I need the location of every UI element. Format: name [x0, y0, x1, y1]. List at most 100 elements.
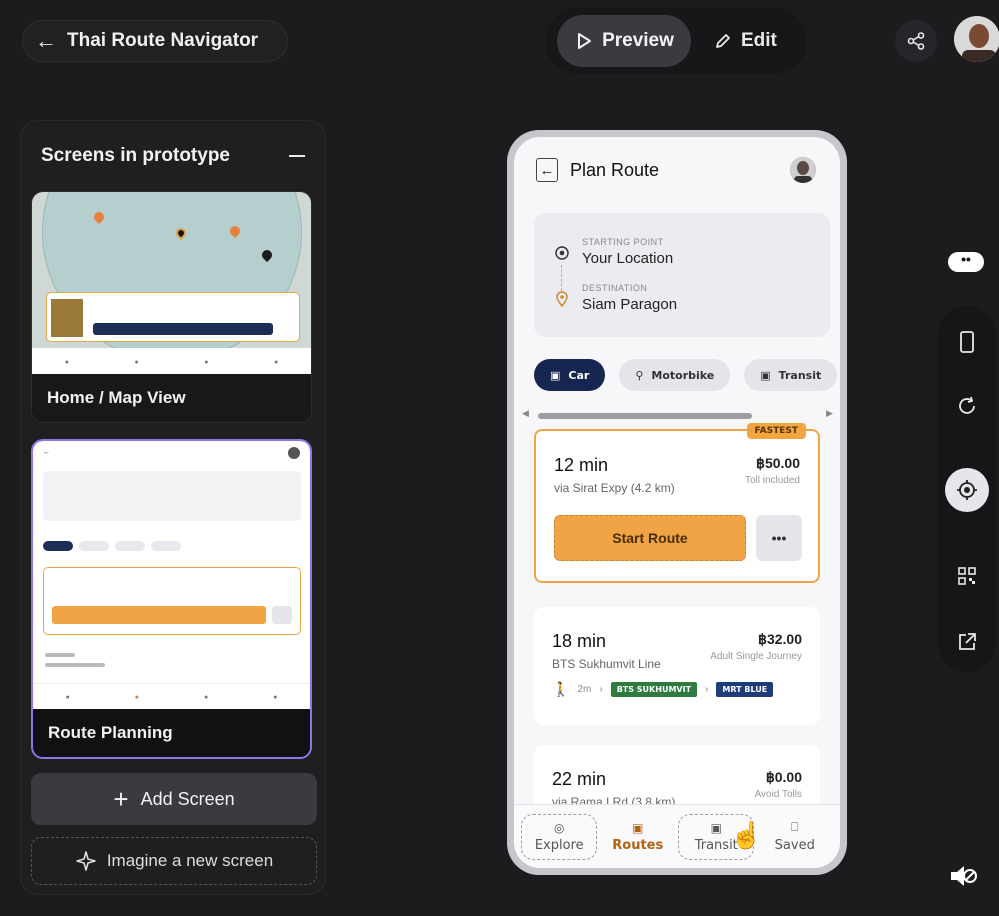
share-icon [907, 32, 925, 50]
phone-frame-icon [960, 331, 974, 353]
screen-card-home[interactable]: ● ● ● ● Home / Map View [31, 191, 312, 423]
screen-card-label: Home / Map View [32, 374, 311, 422]
bookmark-icon: ⎕ [791, 820, 799, 834]
screens-panel: Screens in prototype ● ● ● ● Home / Map … [20, 120, 326, 895]
collapse-icon[interactable] [289, 155, 305, 157]
location-card: STARTING POINT Your Location DESTINATION… [534, 213, 830, 337]
nav-dot-icon: ● [274, 358, 279, 366]
refresh-button[interactable] [945, 384, 989, 428]
nav-routes[interactable]: ▣ Routes [600, 814, 676, 860]
destination-row[interactable]: DESTINATION Siam Paragon [554, 283, 677, 313]
screen-card-route-planning[interactable]: ← ● ● ● ● Route Planning [31, 439, 312, 759]
mode-motorbike-label: Motorbike [651, 368, 715, 382]
place-image [51, 299, 83, 337]
thumbnail-bottom-nav: ● ● ● ● [33, 683, 310, 711]
route-card-fastest[interactable]: FASTEST 12 min via Sirat Expy (4.2 km) ฿… [534, 423, 820, 583]
phone-frame-button[interactable] [945, 320, 989, 364]
open-external-icon [959, 633, 976, 650]
scroll-left-icon[interactable]: ◀ [522, 408, 529, 419]
speaker-mute-icon [951, 866, 977, 886]
imagine-label: Imagine a new screen [106, 851, 274, 870]
route-price: ฿0.00 [765, 769, 802, 785]
target-button[interactable] [945, 468, 989, 512]
hand-cursor-icon: ☝ [730, 820, 763, 850]
step-separator-icon: › [705, 684, 709, 695]
thumbnail-location-card [43, 471, 301, 521]
nav-dot-icon: ● [65, 694, 70, 701]
mode-car-label: Car [568, 368, 590, 382]
prototype-title-pill[interactable]: ← Thai Route Navigator [22, 20, 288, 62]
starting-point-row[interactable]: STARTING POINT Your Location [554, 237, 673, 267]
route-card-transit[interactable]: 18 min BTS Sukhumvit Line ฿32.00 Adult S… [534, 607, 820, 725]
start-route-button[interactable]: Start Route [554, 515, 746, 561]
more-options-button[interactable]: ••• [756, 515, 802, 561]
transit-steps: 🚶 2m › BTS SUKHUMVIT › MRT BLUE [552, 681, 774, 698]
refresh-icon [959, 396, 975, 414]
nav-dot-icon: ● [204, 358, 209, 366]
more-dots-icon: •• [948, 252, 984, 272]
compass-icon: ◎ [554, 820, 565, 835]
mode-motorbike[interactable]: ⚲ Motorbike [619, 359, 731, 391]
prototype-title: Thai Route Navigator [67, 30, 259, 51]
more-options-pill[interactable]: •• [944, 242, 988, 282]
route-time: 22 min [552, 769, 607, 789]
transport-mode-tabs: ▣ Car ⚲ Motorbike ▣ Transit [534, 359, 838, 391]
thumbnail-text-line [45, 653, 75, 657]
destination-label: DESTINATION [582, 283, 648, 293]
nav-saved-label: Saved [774, 838, 815, 853]
route-price: ฿32.00 [758, 631, 802, 647]
screen-thumbnail-map: ● ● ● ● [32, 192, 311, 376]
preview-button[interactable]: Preview [557, 15, 691, 67]
imagine-screen-button[interactable]: Imagine a new screen [31, 837, 317, 885]
nav-routes-label: Routes [612, 837, 664, 853]
screen-card-label: Route Planning [33, 709, 310, 757]
open-external-button[interactable] [945, 620, 989, 664]
back-arrow-icon[interactable]: ← [536, 158, 558, 182]
share-button[interactable] [895, 20, 937, 62]
qr-code-button[interactable] [945, 554, 989, 598]
route-via: BTS Sukhumvit Line [552, 657, 661, 671]
mute-button[interactable] [944, 856, 984, 896]
route-note: Avoid Tolls [754, 789, 802, 800]
thumbnail-text-line [45, 663, 105, 667]
edit-label: Edit [741, 30, 777, 51]
thumbnail-mode-chips [43, 541, 181, 551]
sparkle-icon [76, 851, 96, 871]
starting-point-label: STARTING POINT [582, 237, 664, 247]
thumbnail-chip [43, 541, 73, 551]
scroll-right-icon[interactable]: ▶ [826, 408, 833, 419]
user-avatar[interactable] [954, 16, 999, 62]
route-note: Adult Single Journey [710, 651, 802, 662]
mode-car[interactable]: ▣ Car [534, 359, 606, 391]
motorbike-icon: ⚲ [635, 368, 644, 382]
thumbnail-more-button [272, 606, 292, 624]
add-screen-label: Add Screen [140, 788, 235, 809]
target-icon [957, 480, 977, 500]
mode-transit[interactable]: ▣ Transit [744, 359, 838, 391]
plus-icon: + [113, 783, 129, 814]
place-card-thumbnail [46, 292, 300, 342]
thumbnail-route-card [43, 567, 301, 635]
pin-location-icon [556, 291, 568, 307]
add-screen-button[interactable]: + Add Screen [31, 773, 317, 825]
back-arrow-icon[interactable]: ← [35, 28, 57, 54]
play-icon [578, 33, 592, 49]
phone-screen: ← Plan Route STARTING POINT Your Locatio… [514, 137, 840, 868]
thumbnail-bottom-nav: ● ● ● ● [32, 348, 311, 376]
horizontal-scrollbar[interactable] [538, 413, 752, 419]
edit-button[interactable]: Edit [705, 15, 800, 67]
screens-panel-header: Screens in prototype [21, 121, 325, 191]
walking-icon: 🚶 [552, 681, 570, 697]
nav-saved[interactable]: ⎕ Saved [757, 814, 833, 860]
route-via: via Sirat Expy (4.2 km) [554, 481, 675, 495]
nav-dot-icon: ● [273, 694, 278, 701]
walk-time: 2m [577, 684, 592, 695]
nav-explore[interactable]: ◎ Explore [521, 813, 598, 860]
nav-dot-icon: ● [134, 358, 139, 366]
thumbnail-chip [151, 541, 181, 551]
thumbnail-avatar [288, 447, 300, 459]
avatar[interactable] [790, 157, 816, 183]
preview-label: Preview [602, 30, 674, 51]
bottom-nav: ◎ Explore ▣ Routes ▣ Transit ⎕ Saved [514, 804, 840, 868]
car-icon: ▣ [632, 820, 644, 835]
